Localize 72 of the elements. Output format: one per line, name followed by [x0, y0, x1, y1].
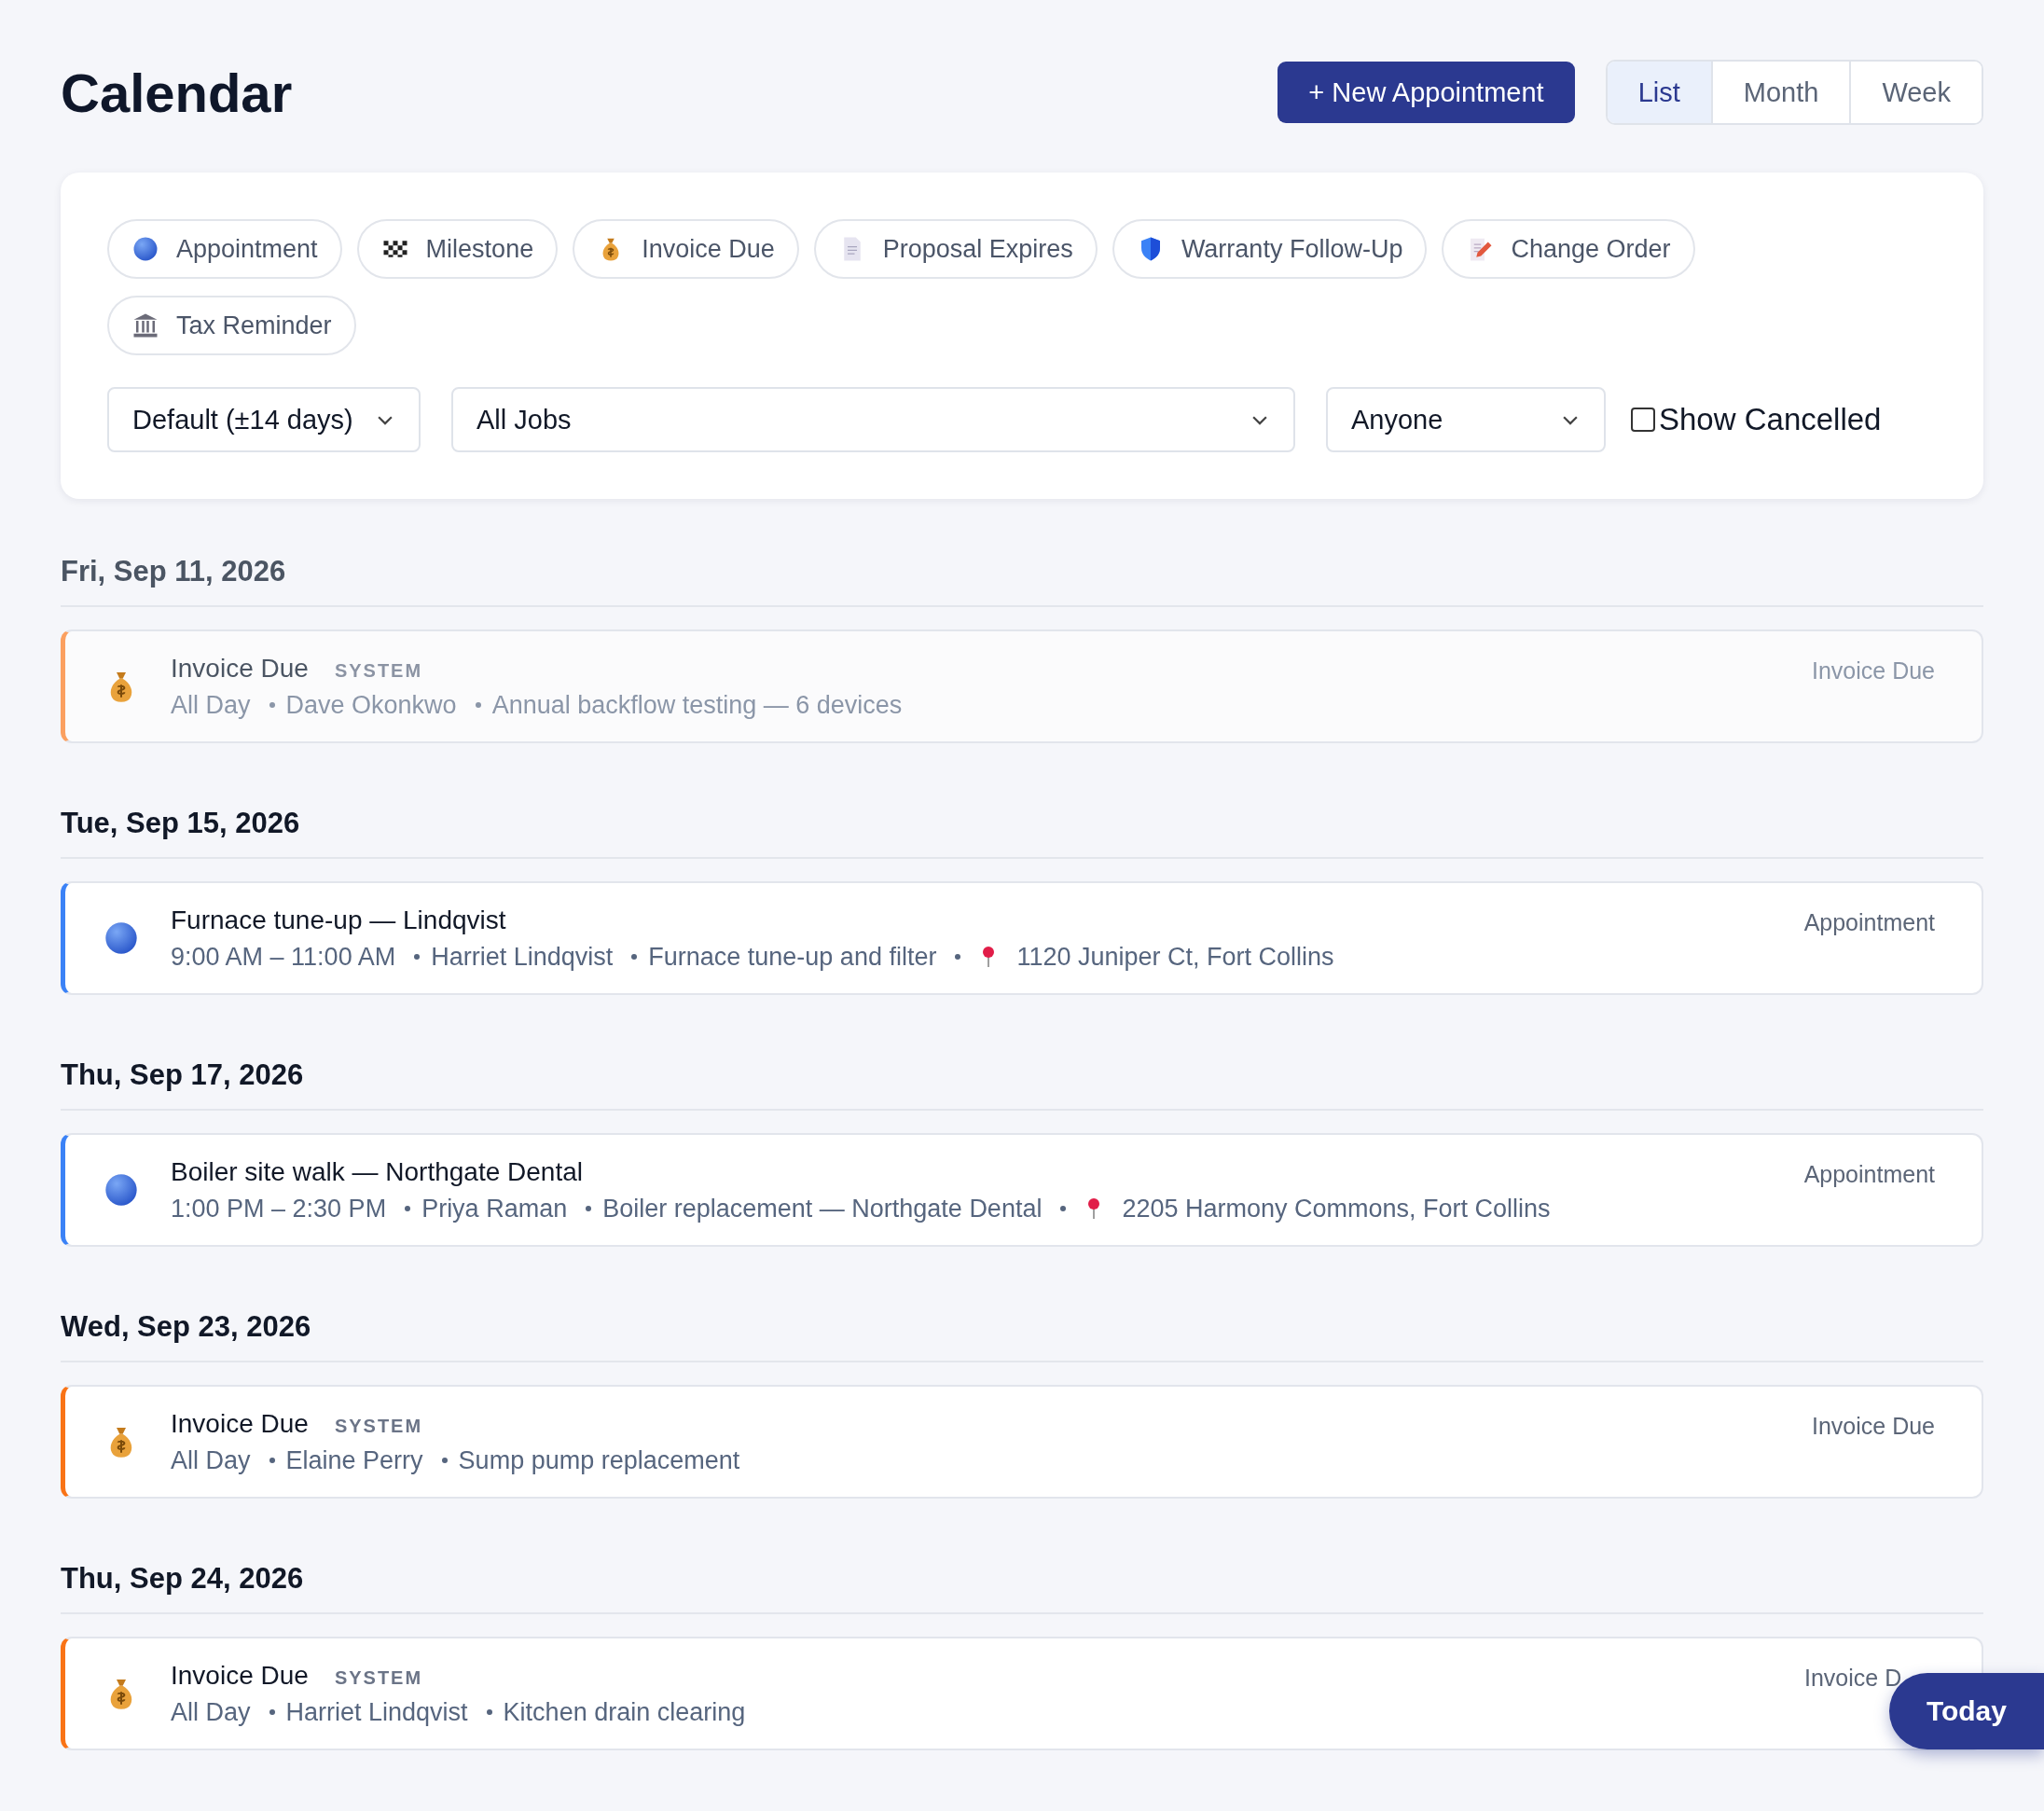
type-filter-chip[interactable]: Appointment [107, 219, 342, 279]
separator-dot-icon [486, 1709, 492, 1715]
map-pin-icon [981, 946, 997, 968]
event-detail: Annual backflow testing — 6 devices [491, 690, 903, 720]
event-detail: Priya Raman [421, 1194, 568, 1223]
page-title: Calendar [61, 61, 293, 124]
type-filter-chip[interactable]: Warranty Follow-Up [1112, 219, 1428, 279]
event-location: 1120 Juniper Ct, Fort Collins [1016, 942, 1334, 972]
view-tab[interactable]: Week [1849, 62, 1982, 123]
event-type-label: Invoice Due [1810, 1413, 1935, 1440]
event-detail: Dave Okonkwo [285, 690, 457, 720]
date-heading: Wed, Sep 23, 2026 [61, 1310, 1983, 1362]
show-cancelled-checkbox[interactable] [1631, 408, 1655, 432]
event-title: Invoice Due [171, 653, 309, 684]
event-card[interactable]: Boiler site walk — Northgate Dental 1:00 PM – 2:30 PM Priya Raman Boiler replacement — Northgate Dental 2205 Harmony Commons, Fort Collins Appointment [61, 1133, 1983, 1247]
separator-dot-icon [955, 954, 961, 960]
event-card[interactable]: Invoice Due SYSTEM All Day Dave Okonkwo Annual backflow testing — 6 devices Invoice Due [61, 629, 1983, 743]
type-filter-chip[interactable]: Invoice Due [573, 219, 799, 279]
separator-dot-icon [475, 702, 481, 708]
event-time: 9:00 AM – 11:00 AM [171, 942, 396, 972]
checkbox-label[interactable]: Show Cancelled [1659, 402, 1882, 437]
event-time: All Day [171, 690, 251, 720]
separator-dot-icon [1060, 1206, 1067, 1211]
bank-icon [131, 311, 159, 339]
date-heading: Thu, Sep 24, 2026 [61, 1562, 1983, 1614]
sphere-icon [103, 1171, 140, 1209]
separator-dot-icon [414, 954, 421, 960]
event-detail: Harriet Lindqvist [431, 942, 614, 972]
event-detail: Kitchen drain clearing [503, 1697, 746, 1727]
event-title: Invoice Due [171, 1660, 309, 1691]
event-title: Furnace tune-up — Lindqvist [171, 905, 506, 935]
event-card[interactable]: Furnace tune-up — Lindqvist 9:00 AM – 11:00 AM Harriet Lindqvist Furnace tune-up and filter 1120 Juniper Ct, Fort Collins Appointment [61, 881, 1983, 995]
event-detail: Harriet Lindqvist [285, 1697, 468, 1727]
separator-dot-icon [405, 1206, 411, 1211]
type-filter-chip[interactable]: Change Order [1442, 219, 1695, 279]
date-heading: Tue, Sep 15, 2026 [61, 807, 1983, 859]
date-heading: Thu, Sep 17, 2026 [61, 1058, 1983, 1111]
event-type-label: Invoice Due [1810, 657, 1935, 684]
job-dropdown[interactable]: All Jobs [451, 387, 1295, 452]
range-dropdown[interactable]: Default (±14 days) [107, 387, 421, 452]
separator-dot-icon [586, 1206, 592, 1211]
event-title: Invoice Due [171, 1408, 309, 1439]
event-detail: Sump pump replacement [458, 1445, 740, 1475]
system-tag: SYSTEM [334, 659, 423, 682]
assignee-dropdown[interactable]: Anyone [1326, 387, 1606, 452]
date-heading: Fri, Sep 11, 2026 [61, 555, 1983, 607]
event-time: All Day [171, 1697, 251, 1727]
event-time: All Day [171, 1445, 251, 1475]
event-type-label: Appointment [1803, 909, 1935, 936]
type-filter-chip[interactable]: Tax Reminder [107, 296, 356, 355]
event-title: Boiler site walk — Northgate Dental [171, 1156, 583, 1187]
sphere-icon [131, 235, 159, 263]
new-appointment-button[interactable]: + New Appointment [1278, 62, 1575, 123]
event-detail: Elaine Perry [285, 1445, 423, 1475]
event-card[interactable]: Invoice Due SYSTEM All Day Elaine Perry Sump pump replacement Invoice Due [61, 1385, 1983, 1499]
event-time: 1:00 PM – 2:30 PM [171, 1194, 387, 1223]
event-type-label: Appointment [1803, 1161, 1935, 1188]
event-location: 2205 Harmony Commons, Fort Collins [1122, 1194, 1551, 1223]
map-pin-icon [1086, 1197, 1102, 1220]
separator-dot-icon [269, 702, 275, 708]
type-filter-chip[interactable]: Proposal Expires [813, 219, 1098, 279]
separator-dot-icon [441, 1458, 448, 1463]
type-filter-chip[interactable]: Milestone [356, 219, 559, 279]
system-tag: SYSTEM [334, 1415, 423, 1437]
sphere-icon [103, 919, 140, 957]
separator-dot-icon [269, 1458, 275, 1463]
separator-dot-icon [269, 1709, 275, 1715]
separator-dot-icon [631, 954, 638, 960]
event-detail: Furnace tune-up and filter [648, 942, 937, 972]
system-tag: SYSTEM [334, 1666, 423, 1689]
view-tab[interactable]: List [1607, 62, 1711, 123]
event-detail: Boiler replacement — Northgate Dental [602, 1194, 1043, 1223]
